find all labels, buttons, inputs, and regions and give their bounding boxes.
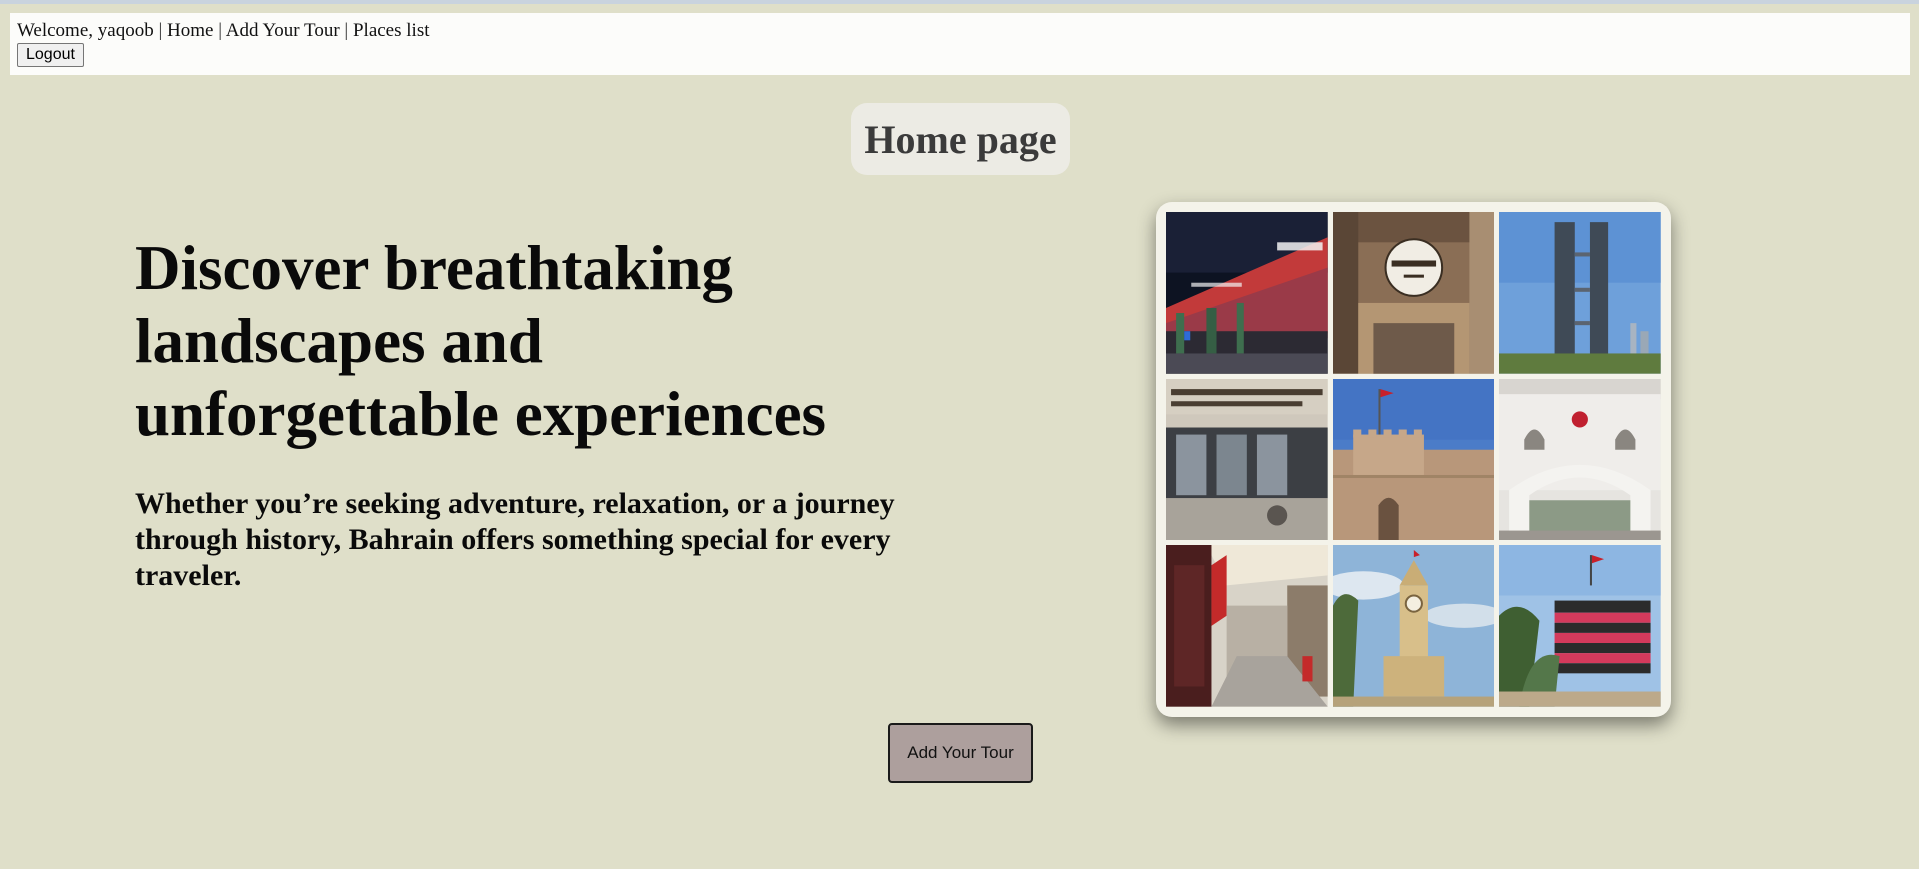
clock-tower-photo [1332, 545, 1495, 707]
nav-separator: | [344, 20, 349, 41]
nav-link-home[interactable]: Home [167, 20, 213, 41]
welcome-text: Welcome, yaqoob [17, 20, 154, 41]
bab-al-bahrain-photo [1499, 378, 1661, 541]
city-centre-mall-photo [1166, 212, 1328, 374]
nav-separator: | [158, 20, 163, 41]
photo-gallery [1156, 202, 1671, 717]
photo-grid [1166, 212, 1661, 707]
hajis-cafe-photo [1332, 212, 1495, 374]
hero-headline: Discover breathtaking landscapes and unf… [135, 233, 827, 449]
top-navbar: Welcome, yaqoob | Home | Add Your Tour |… [10, 13, 1910, 75]
nav-link-places-list[interactable]: Places list [353, 20, 430, 41]
bahrain-fort-photo [1332, 378, 1495, 541]
add-your-tour-button[interactable]: Add Your Tour [888, 723, 1033, 783]
nav-link-add-your-tour[interactable]: Add Your Tour [226, 20, 340, 41]
bahrain-circuit-tower-photo [1499, 545, 1661, 707]
nav-separator: | [218, 20, 223, 41]
bahrain-national-museum-photo [1166, 378, 1328, 541]
souq-passage-photo [1166, 545, 1328, 707]
page-title: Home page [851, 103, 1070, 175]
logout-button[interactable]: Logout [17, 43, 84, 67]
nav-line: Welcome, yaqoob | Home | Add Your Tour |… [17, 20, 1903, 42]
bahrain-world-trade-center-photo [1499, 212, 1661, 374]
browser-top-strip [0, 0, 1919, 4]
hero-subtext: Whether you’re seeking adventure, relaxa… [135, 487, 895, 592]
